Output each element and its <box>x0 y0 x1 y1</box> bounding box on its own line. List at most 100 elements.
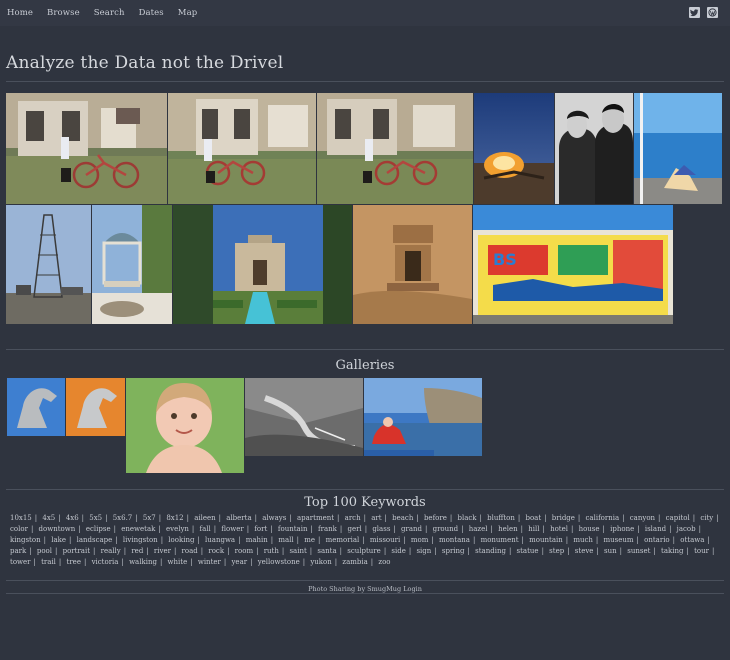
keyword-link[interactable]: always <box>262 514 286 522</box>
keyword-link[interactable]: 5x6.7 <box>113 514 133 522</box>
keyword-link[interactable]: ontario <box>644 536 670 544</box>
keyword-link[interactable]: white <box>168 558 188 566</box>
keyword-link[interactable]: ottawa <box>680 536 704 544</box>
nav-map[interactable]: Map <box>178 8 198 18</box>
keyword-link[interactable]: river <box>154 547 171 555</box>
keyword-link[interactable]: park <box>10 547 26 555</box>
keyword-link[interactable]: evelyn <box>166 525 189 533</box>
photo-girl-bicycle-3[interactable] <box>317 93 473 204</box>
keyword-link[interactable]: art <box>371 514 381 522</box>
gallery-lake-kayaker[interactable] <box>364 378 482 456</box>
photo-girl-bicycle-1[interactable] <box>6 93 167 204</box>
keyword-link[interactable]: enewetak <box>121 525 155 533</box>
gallery-frozen-river[interactable] <box>245 378 363 456</box>
keyword-link[interactable]: frank <box>318 525 337 533</box>
twitter-icon[interactable] <box>689 7 700 18</box>
keyword-link[interactable]: taking <box>661 547 683 555</box>
keyword-link[interactable]: pool <box>37 547 52 555</box>
keyword-link[interactable]: capitol <box>666 514 690 522</box>
photo-garden-pool[interactable] <box>173 205 352 324</box>
keyword-link[interactable]: bluffton <box>487 514 515 522</box>
keyword-link[interactable]: red <box>131 547 143 555</box>
keyword-link[interactable]: boat <box>525 514 541 522</box>
keyword-link[interactable]: mall <box>278 536 293 544</box>
keyword-link[interactable]: 4x5 <box>42 514 55 522</box>
keyword-link[interactable]: trail <box>41 558 56 566</box>
keyword-link[interactable]: steve <box>575 547 594 555</box>
keyword-link[interactable]: canyon <box>630 514 655 522</box>
keyword-link[interactable]: rock <box>208 547 224 555</box>
keyword-link[interactable]: saint <box>289 547 306 555</box>
keyword-link[interactable]: hill <box>528 525 539 533</box>
keyword-link[interactable]: sculpture <box>347 547 381 555</box>
keyword-link[interactable]: spring <box>442 547 465 555</box>
keyword-link[interactable]: before <box>424 514 447 522</box>
keyword-link[interactable]: hotel <box>550 525 568 533</box>
keyword-link[interactable]: jacob <box>677 525 696 533</box>
photo-campfire-night[interactable] <box>474 93 554 204</box>
keyword-link[interactable]: santa <box>317 547 336 555</box>
keyword-link[interactable]: sun <box>604 547 617 555</box>
keyword-link[interactable]: house <box>579 525 600 533</box>
photo-girl-bicycle-2[interactable] <box>168 93 316 204</box>
keyword-link[interactable]: walking <box>129 558 157 566</box>
nav-dates[interactable]: Dates <box>139 8 164 18</box>
keyword-link[interactable]: aileen <box>194 514 215 522</box>
keyword-link[interactable]: 8x12 <box>166 514 183 522</box>
keyword-link[interactable]: missouri <box>370 536 400 544</box>
keyword-link[interactable]: gerl <box>348 525 362 533</box>
keyword-link[interactable]: tour <box>694 547 709 555</box>
keyword-link[interactable]: 5x5 <box>89 514 102 522</box>
keyword-link[interactable]: 4x6 <box>66 514 79 522</box>
keyword-link[interactable]: road <box>182 547 198 555</box>
keyword-link[interactable]: iphone <box>610 525 634 533</box>
keyword-link[interactable]: mahin <box>246 536 268 544</box>
keyword-link[interactable]: apartment <box>297 514 334 522</box>
keyword-link[interactable]: standing <box>475 547 506 555</box>
keyword-link[interactable]: grand <box>401 525 422 533</box>
keyword-link[interactable]: statue <box>517 547 539 555</box>
keyword-link[interactable]: zambia <box>342 558 367 566</box>
keyword-link[interactable]: 10x15 <box>10 514 32 522</box>
keyword-link[interactable]: downtown <box>39 525 76 533</box>
keyword-link[interactable]: looking <box>168 536 194 544</box>
gallery-baby-portrait[interactable] <box>126 378 244 473</box>
wordpress-icon[interactable] <box>707 7 718 18</box>
photo-garden-pavilion[interactable] <box>92 205 172 324</box>
keyword-link[interactable]: bridge <box>552 514 575 522</box>
keyword-link[interactable]: ground <box>433 525 459 533</box>
keyword-link[interactable]: glass <box>372 525 390 533</box>
keyword-link[interactable]: much <box>573 536 593 544</box>
gallery-horse-sculptures[interactable] <box>7 378 125 436</box>
keyword-link[interactable]: tower <box>10 558 31 566</box>
photo-beach-figure[interactable] <box>634 93 722 204</box>
keyword-link[interactable]: fountain <box>278 525 308 533</box>
keyword-link[interactable]: mountain <box>529 536 563 544</box>
keyword-link[interactable]: flower <box>221 525 243 533</box>
keyword-link[interactable]: helen <box>498 525 518 533</box>
keyword-link[interactable]: tree <box>67 558 81 566</box>
keyword-link[interactable]: monument <box>481 536 519 544</box>
keyword-link[interactable]: color <box>10 525 28 533</box>
keyword-link[interactable]: eclipse <box>86 525 111 533</box>
keyword-link[interactable]: sign <box>416 547 431 555</box>
keyword-link[interactable]: black <box>457 514 476 522</box>
keyword-link[interactable]: kingston <box>10 536 41 544</box>
keyword-link[interactable]: year <box>231 558 247 566</box>
keyword-link[interactable]: room <box>235 547 253 555</box>
keyword-link[interactable]: fall <box>200 525 211 533</box>
keyword-link[interactable]: hazel <box>469 525 488 533</box>
keyword-link[interactable]: ruth <box>264 547 279 555</box>
footer-text[interactable]: Photo Sharing by SmugMug Login <box>0 585 730 593</box>
keyword-link[interactable]: mom <box>411 536 429 544</box>
keyword-link[interactable]: museum <box>604 536 634 544</box>
keyword-link[interactable]: memorial <box>326 536 360 544</box>
keyword-link[interactable]: arch <box>345 514 361 522</box>
keyword-link[interactable]: beach <box>392 514 413 522</box>
keyword-link[interactable]: step <box>549 547 564 555</box>
keyword-link[interactable]: yukon <box>310 558 331 566</box>
nav-home[interactable]: Home <box>7 8 33 18</box>
keyword-link[interactable]: portrait <box>63 547 90 555</box>
photo-street-mural[interactable]: BS <box>473 205 673 324</box>
keyword-link[interactable]: zoo <box>378 558 390 566</box>
